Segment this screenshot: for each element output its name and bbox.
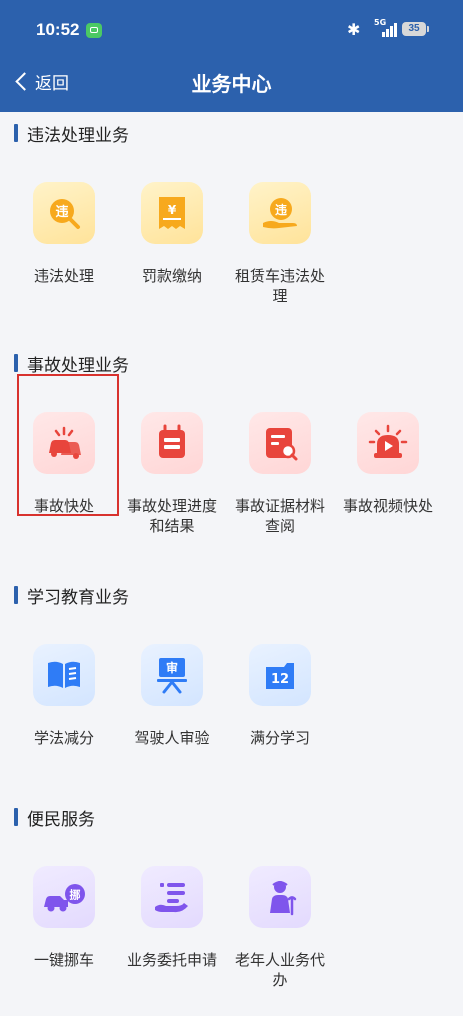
page-title: 业务中心 xyxy=(191,72,272,96)
section-title-text: 便民服务 xyxy=(27,809,95,830)
service-list: 违法处理业务 违 违法处理 ¥ 罚款缴纳 违 租赁车违法处理 事故处理业务 事故… xyxy=(0,112,463,1016)
service-label: 满分学习 xyxy=(249,729,310,747)
move-icon-text: 挪 xyxy=(70,888,81,902)
section-education: 学习教育业务 学法减分 审 驾驶人审验 12 满分学习 xyxy=(0,574,463,796)
service-accident-evidence[interactable]: 事故证据材料查阅 xyxy=(226,412,334,574)
calendar-progress-icon xyxy=(141,412,203,474)
svg-text:¥: ¥ xyxy=(168,203,177,217)
section-title: 便民服务 xyxy=(0,796,463,838)
document-search-icon xyxy=(249,412,311,474)
battery-icon: 35 xyxy=(402,22,429,36)
service-label: 事故处理进度和结果 xyxy=(126,497,217,535)
rental-violation-icon: 违 xyxy=(249,182,311,244)
status-time: 10:52 xyxy=(36,20,80,39)
bluetooth-icon: ✱ xyxy=(347,20,361,39)
svg-text:违: 违 xyxy=(55,204,68,220)
service-label: 学法减分 xyxy=(33,729,94,747)
service-label: 业务委托申请 xyxy=(126,951,217,969)
section-title-text: 事故处理业务 xyxy=(27,355,129,376)
review-easel-icon: 审 xyxy=(141,644,203,706)
service-label: 租赁车违法处理 xyxy=(234,267,325,305)
header-bar: 10:52 ✱ 5G 35 返回 业务中心 xyxy=(0,0,463,112)
service-violation-handling[interactable]: 违 违法处理 xyxy=(10,182,118,342)
section-convenience: 便民服务 挪 一键挪车 业务委托申请 老年人业务代办 xyxy=(0,796,463,1016)
signal-icon xyxy=(374,21,397,37)
fine-receipt-icon: ¥ xyxy=(141,182,203,244)
move-car-icon: 挪 xyxy=(33,866,95,928)
service-elderly-assist[interactable]: 老年人业务代办 xyxy=(226,866,334,1016)
service-label: 驾驶人审验 xyxy=(134,729,210,747)
svg-text:违: 违 xyxy=(275,202,287,217)
service-label: 事故视频快处 xyxy=(342,497,433,515)
section-title: 违法处理业务 xyxy=(0,112,463,154)
service-driver-review[interactable]: 审 驾驶人审验 xyxy=(118,644,226,796)
section-accent-bar xyxy=(14,124,18,142)
service-fine-payment[interactable]: ¥ 罚款缴纳 xyxy=(118,182,226,342)
elderly-person-icon xyxy=(249,866,311,928)
service-accident-video[interactable]: 事故视频快处 xyxy=(334,412,442,574)
open-book-icon xyxy=(33,644,95,706)
service-label: 罚款缴纳 xyxy=(141,267,202,285)
service-label: 违法处理 xyxy=(33,267,94,285)
service-delegate-application[interactable]: 业务委托申请 xyxy=(118,866,226,1016)
calendar-12-icon: 12 xyxy=(249,644,311,706)
section-violation: 违法处理业务 违 违法处理 ¥ 罚款缴纳 违 租赁车违法处理 xyxy=(0,112,463,342)
review-icon-text: 审 xyxy=(166,660,178,675)
status-bar: 10:52 ✱ 5G 35 xyxy=(0,0,463,60)
section-accent-bar xyxy=(14,586,18,604)
delegate-list-icon xyxy=(141,866,203,928)
section-accent-bar xyxy=(14,808,18,826)
calendar-icon-text: 12 xyxy=(271,672,289,687)
service-label: 老年人业务代办 xyxy=(234,951,325,989)
section-title: 学习教育业务 xyxy=(0,574,463,616)
highlight-box xyxy=(17,374,119,516)
service-study-reduce-points[interactable]: 学法减分 xyxy=(10,644,118,796)
service-full-score-study[interactable]: 12 满分学习 xyxy=(226,644,334,796)
service-label: 事故证据材料查阅 xyxy=(234,497,325,535)
service-accident-progress[interactable]: 事故处理进度和结果 xyxy=(118,412,226,574)
service-move-car[interactable]: 挪 一键挪车 xyxy=(10,866,118,1016)
section-accent-bar xyxy=(14,354,18,372)
service-rental-violation[interactable]: 违 租赁车违法处理 xyxy=(226,182,334,342)
alarm-video-icon xyxy=(357,412,419,474)
violation-search-icon: 违 xyxy=(33,182,95,244)
service-label: 一键挪车 xyxy=(33,951,94,969)
section-title-text: 学习教育业务 xyxy=(27,587,129,608)
message-icon xyxy=(86,23,102,38)
section-title-text: 违法处理业务 xyxy=(27,125,129,146)
